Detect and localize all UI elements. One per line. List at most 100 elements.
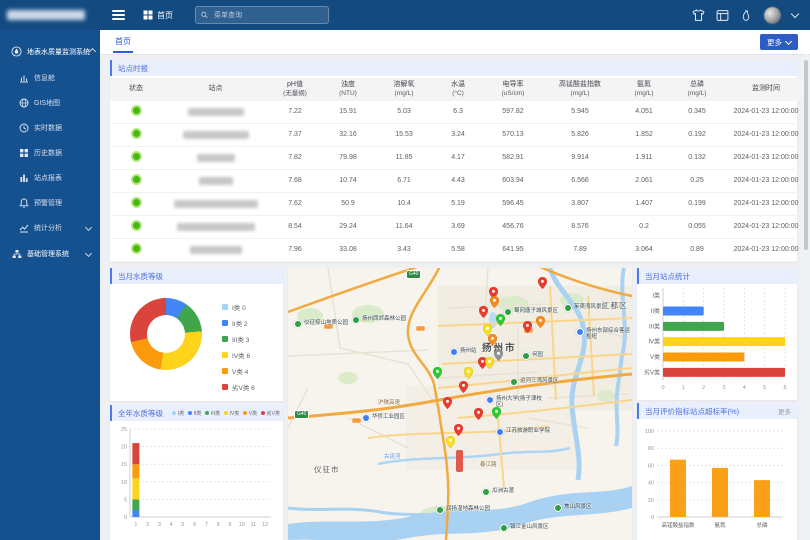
map-pin-red[interactable] — [459, 380, 468, 398]
chevron-down-icon[interactable] — [791, 10, 799, 18]
map-pin-orange[interactable] — [490, 295, 499, 313]
svg-text:10: 10 — [239, 522, 245, 528]
poi-green-icon — [522, 352, 530, 360]
svg-text:5: 5 — [181, 522, 184, 528]
legend-item[interactable]: IV类 — [224, 410, 239, 417]
sidebar-item-warning-manage[interactable]: 预警管理 — [0, 190, 100, 215]
legend-item[interactable]: II类 — [188, 410, 201, 417]
station-name-redacted — [183, 131, 249, 139]
donut-chart — [130, 298, 202, 370]
table-cell: 8.54 — [269, 215, 321, 238]
column-header: 浊度(NTU) — [321, 78, 375, 101]
legend-item[interactable]: V类 — [243, 410, 257, 417]
map-poi-label[interactable]: 瓜洲古渡 — [482, 488, 514, 496]
map-pin-red[interactable] — [454, 423, 463, 441]
legend-item[interactable]: II类 2 — [222, 318, 255, 328]
sidebar-item-base-system[interactable]: 基础管理系统 — [0, 240, 100, 267]
flame-icon[interactable] — [740, 9, 753, 22]
svg-text:1: 1 — [682, 385, 685, 391]
app-logo — [0, 0, 100, 30]
map-pin-gray[interactable] — [494, 348, 503, 366]
legend-item[interactable]: 劣V类 — [261, 410, 280, 417]
map-poi-label[interactable]: 扬州西郊森林公园 — [352, 316, 406, 324]
more-link[interactable]: 更多 — [778, 406, 791, 416]
table-row[interactable]: 7.2215.915.036.3597.825.9454.0510.345202… — [110, 101, 809, 124]
map-pin-green[interactable] — [496, 313, 505, 331]
breadcrumb[interactable]: 首页 — [143, 10, 173, 21]
map-pin-green[interactable] — [492, 406, 501, 424]
table-row[interactable]: 7.8279.9811.854.17582.919.9141.9110.1322… — [110, 146, 809, 169]
sidebar-item-stats-analysis[interactable]: 统计分析 — [0, 215, 100, 240]
tab-home[interactable]: 首页 — [113, 30, 133, 53]
legend-item[interactable]: 劣V类 6 — [222, 382, 255, 392]
svg-text:1: 1 — [134, 522, 137, 528]
table-cell: 456.76 — [483, 215, 543, 238]
table-row[interactable]: 7.6250.910.45.19596.453.8071.4070.199202… — [110, 192, 809, 215]
map-poi-label[interactable]: 仪征捺山地质公园 — [294, 320, 348, 328]
legend-item[interactable]: III类 3 — [222, 334, 255, 344]
svg-text:25: 25 — [121, 427, 127, 433]
table-row[interactable]: 8.5429.2411.643.69456.768.5760.20.055202… — [110, 215, 809, 238]
legend-item[interactable]: V类 4 — [222, 366, 255, 376]
poi-blue-icon — [362, 414, 370, 422]
map-poi-label[interactable]: 焦山风景区 — [554, 504, 592, 512]
year-quality-panel: 全年水质等级 I类II类III类IV类V类劣V类 051015202512345… — [110, 405, 283, 540]
map-pin-yellow[interactable] — [485, 356, 494, 374]
table-row[interactable]: 7.6810.746.714.43603.946.5662.0610.25202… — [110, 169, 809, 192]
table-cell: 0.89 — [671, 238, 723, 261]
legend-item[interactable]: I类 0 — [222, 302, 255, 312]
table-row[interactable]: 7.3732.1615.533.24570.135.8261.8520.1922… — [110, 123, 809, 146]
info-hub-icon — [18, 72, 29, 83]
table-header-row: 状态站点pH值(无量纲)浊度(NTU)溶解氧(mg/L)水温(°C)电导率(uS… — [110, 78, 809, 101]
map-poi-label[interactable]: 茱萸湾风景区 — [564, 304, 607, 312]
sidebar-item-gis-map[interactable]: GIS地图 — [0, 90, 100, 115]
user-avatar[interactable] — [764, 7, 781, 24]
sidebar-item-water-system[interactable]: 地表水质量监测系统 — [0, 38, 100, 65]
table-row[interactable]: 7.9633.083.435.58641.957.893.0640.892024… — [110, 238, 809, 261]
table-cell: 0.25 — [671, 169, 723, 192]
realtime-data-icon — [18, 122, 29, 133]
legend-item[interactable]: III类 — [205, 410, 220, 417]
map-poi-label[interactable]: 镇江金山风景区 — [500, 524, 549, 532]
gis-map[interactable]: 扬州市仪征市江都区扬州西郊森林公园仪征捺山地质公园蜀冈唐子城风景区茱萸湾风景区扬… — [288, 268, 632, 540]
poi-green-icon — [554, 504, 562, 512]
map-pin-green[interactable] — [433, 366, 442, 384]
table-cell: 7.82 — [269, 146, 321, 169]
map-poi-label[interactable]: 扬州站 — [450, 348, 477, 356]
map-pin-red[interactable] — [479, 305, 488, 323]
map-pin-red[interactable] — [538, 276, 547, 294]
svg-text:氨氮: 氨氮 — [714, 521, 726, 529]
sidebar-item-history-data[interactable]: 历史数据 — [0, 140, 100, 165]
table-cell: 6.3 — [433, 101, 483, 124]
table-cell: 1.407 — [617, 192, 671, 215]
map-poi-label[interactable]: 江苏旅游职业学院 — [496, 428, 550, 436]
hamburger-menu-icon[interactable] — [112, 10, 125, 20]
sidebar-item-realtime-data[interactable]: 实时数据 — [0, 115, 100, 140]
map-pin-yellow[interactable] — [446, 435, 455, 453]
map-pin-red[interactable] — [443, 396, 452, 414]
map-poi-label[interactable]: 蜀冈唐子城风景区 — [504, 308, 558, 316]
map-pin-orange[interactable] — [536, 315, 545, 333]
legend-item[interactable]: IV类 6 — [222, 350, 255, 360]
map-poi-label[interactable]: 润扬湿地森林公园 — [436, 506, 490, 514]
map-poi-label[interactable]: 扬州东部综合客运枢纽 — [576, 328, 632, 341]
map-pin-red[interactable] — [474, 407, 483, 425]
table-cell: 11.85 — [375, 146, 433, 169]
table-cell: 3.69 — [433, 215, 483, 238]
sidebar-item-station-report[interactable]: 站点报表 — [0, 165, 100, 190]
layout-icon[interactable] — [716, 9, 729, 22]
map-pin-red[interactable] — [523, 320, 532, 338]
sidebar-item-info-hub[interactable]: 信息舱 — [0, 65, 100, 90]
main-content: 站点时报 状态站点pH值(无量纲)浊度(NTU)溶解氧(mg/L)水温(°C)电… — [100, 54, 810, 540]
legend-item[interactable]: I类 — [172, 410, 184, 417]
search-input[interactable] — [212, 11, 323, 20]
scrollbar-thumb[interactable] — [804, 60, 808, 250]
table-cell: 7.22 — [269, 101, 321, 124]
map-poi-label[interactable]: 何园 — [522, 352, 543, 360]
theme-skin-icon[interactable] — [692, 9, 705, 22]
map-poi-label[interactable]: 华侨工业园区 — [362, 414, 405, 422]
more-button[interactable]: 更多 — [760, 34, 798, 50]
map-poi-label[interactable]: 运河三湾风景区 — [510, 378, 559, 386]
table-cell: 8.576 — [543, 215, 617, 238]
table-cell: 6.566 — [543, 169, 617, 192]
